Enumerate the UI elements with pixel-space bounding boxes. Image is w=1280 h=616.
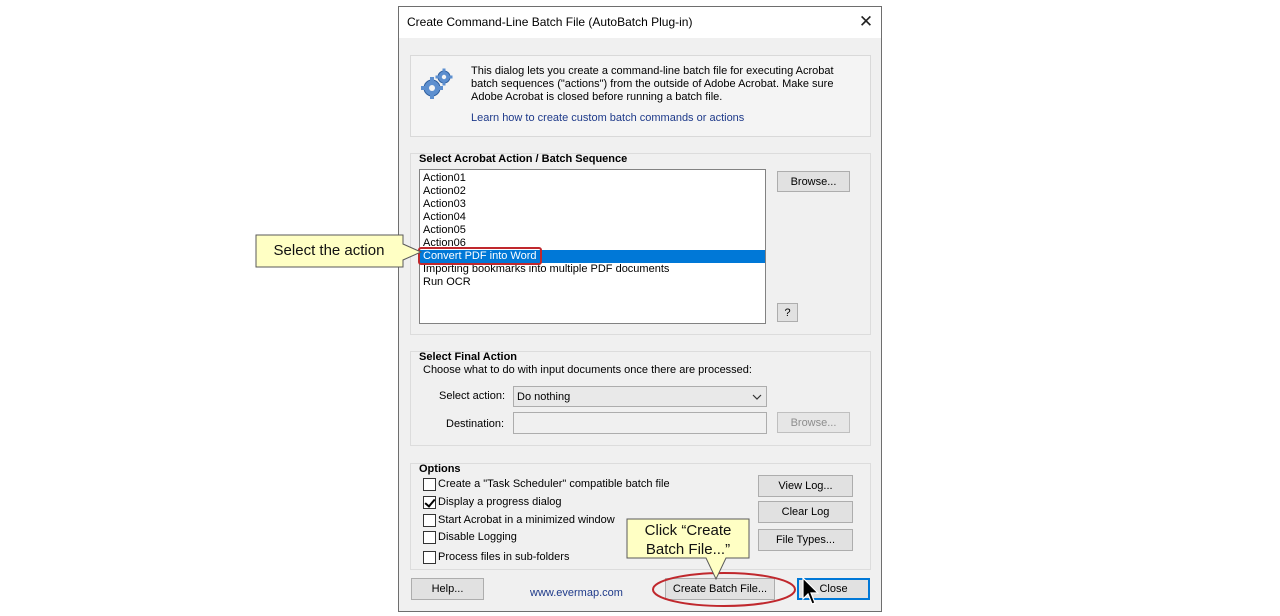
select-action-label: Select action:	[439, 390, 506, 402]
sub-folders-label: Process files in sub-folders	[438, 551, 570, 563]
intro-description: This dialog lets you create a command-li…	[471, 65, 834, 103]
destination-label: Destination:	[446, 418, 505, 430]
sub-folders-checkbox[interactable]	[423, 551, 436, 564]
mouse-cursor-icon	[802, 577, 820, 605]
list-item[interactable]: Action01	[420, 172, 765, 185]
intro-panel: This dialog lets you create a command-li…	[410, 55, 871, 137]
minimized-window-label: Start Acrobat in a minimized window	[438, 514, 615, 526]
learn-more-link[interactable]: Learn how to create custom batch command…	[471, 112, 744, 124]
list-item[interactable]: Action05	[420, 224, 765, 237]
action-help-button[interactable]: ?	[777, 303, 798, 322]
final-action-group-label: Select Final Action	[419, 351, 518, 363]
action-group-label: Select Acrobat Action / Batch Sequence	[419, 153, 628, 165]
list-item[interactable]: Action02	[420, 185, 765, 198]
list-item[interactable]: Run OCR	[420, 276, 765, 289]
list-item[interactable]: Action04	[420, 211, 765, 224]
final-action-description: Choose what to do with input documents o…	[423, 364, 752, 376]
view-log-button[interactable]: View Log...	[758, 475, 853, 497]
final-action-select-value: Do nothing	[517, 391, 571, 403]
task-scheduler-checkbox[interactable]	[423, 478, 436, 491]
clear-log-button[interactable]: Clear Log	[758, 501, 853, 523]
website-link[interactable]: www.evermap.com	[530, 587, 623, 599]
final-action-select[interactable]: Do nothing	[513, 386, 767, 407]
options-group-label: Options	[419, 463, 461, 475]
destination-field[interactable]	[513, 412, 767, 434]
title-bar[interactable]: Create Command-Line Batch File (AutoBatc…	[399, 7, 881, 38]
list-item[interactable]: Action03	[420, 198, 765, 211]
gears-icon	[421, 68, 453, 99]
chevron-down-icon	[752, 394, 762, 400]
action-browse-button[interactable]: Browse...	[777, 171, 850, 192]
click-create-callout: Click “Create Batch File...”	[627, 521, 749, 559]
close-window-icon[interactable]: ✕	[853, 9, 879, 35]
disable-logging-checkbox[interactable]	[423, 531, 436, 544]
selection-highlight-ring	[418, 247, 542, 265]
task-scheduler-label: Create a "Task Scheduler" compatible bat…	[438, 478, 670, 490]
click-create-callout-line2: Batch File...”	[645, 541, 731, 558]
minimized-window-checkbox[interactable]	[423, 514, 436, 527]
progress-dialog-checkbox[interactable]	[423, 496, 436, 509]
progress-dialog-label: Display a progress dialog	[438, 496, 562, 508]
window-title: Create Command-Line Batch File (AutoBatc…	[407, 15, 693, 29]
click-create-callout-line1: Click “Create	[644, 522, 732, 539]
help-button[interactable]: Help...	[411, 578, 484, 600]
destination-browse-button[interactable]: Browse...	[777, 412, 850, 433]
file-types-button[interactable]: File Types...	[758, 529, 853, 551]
disable-logging-label: Disable Logging	[438, 531, 517, 543]
select-action-callout: Select the action	[273, 242, 385, 259]
